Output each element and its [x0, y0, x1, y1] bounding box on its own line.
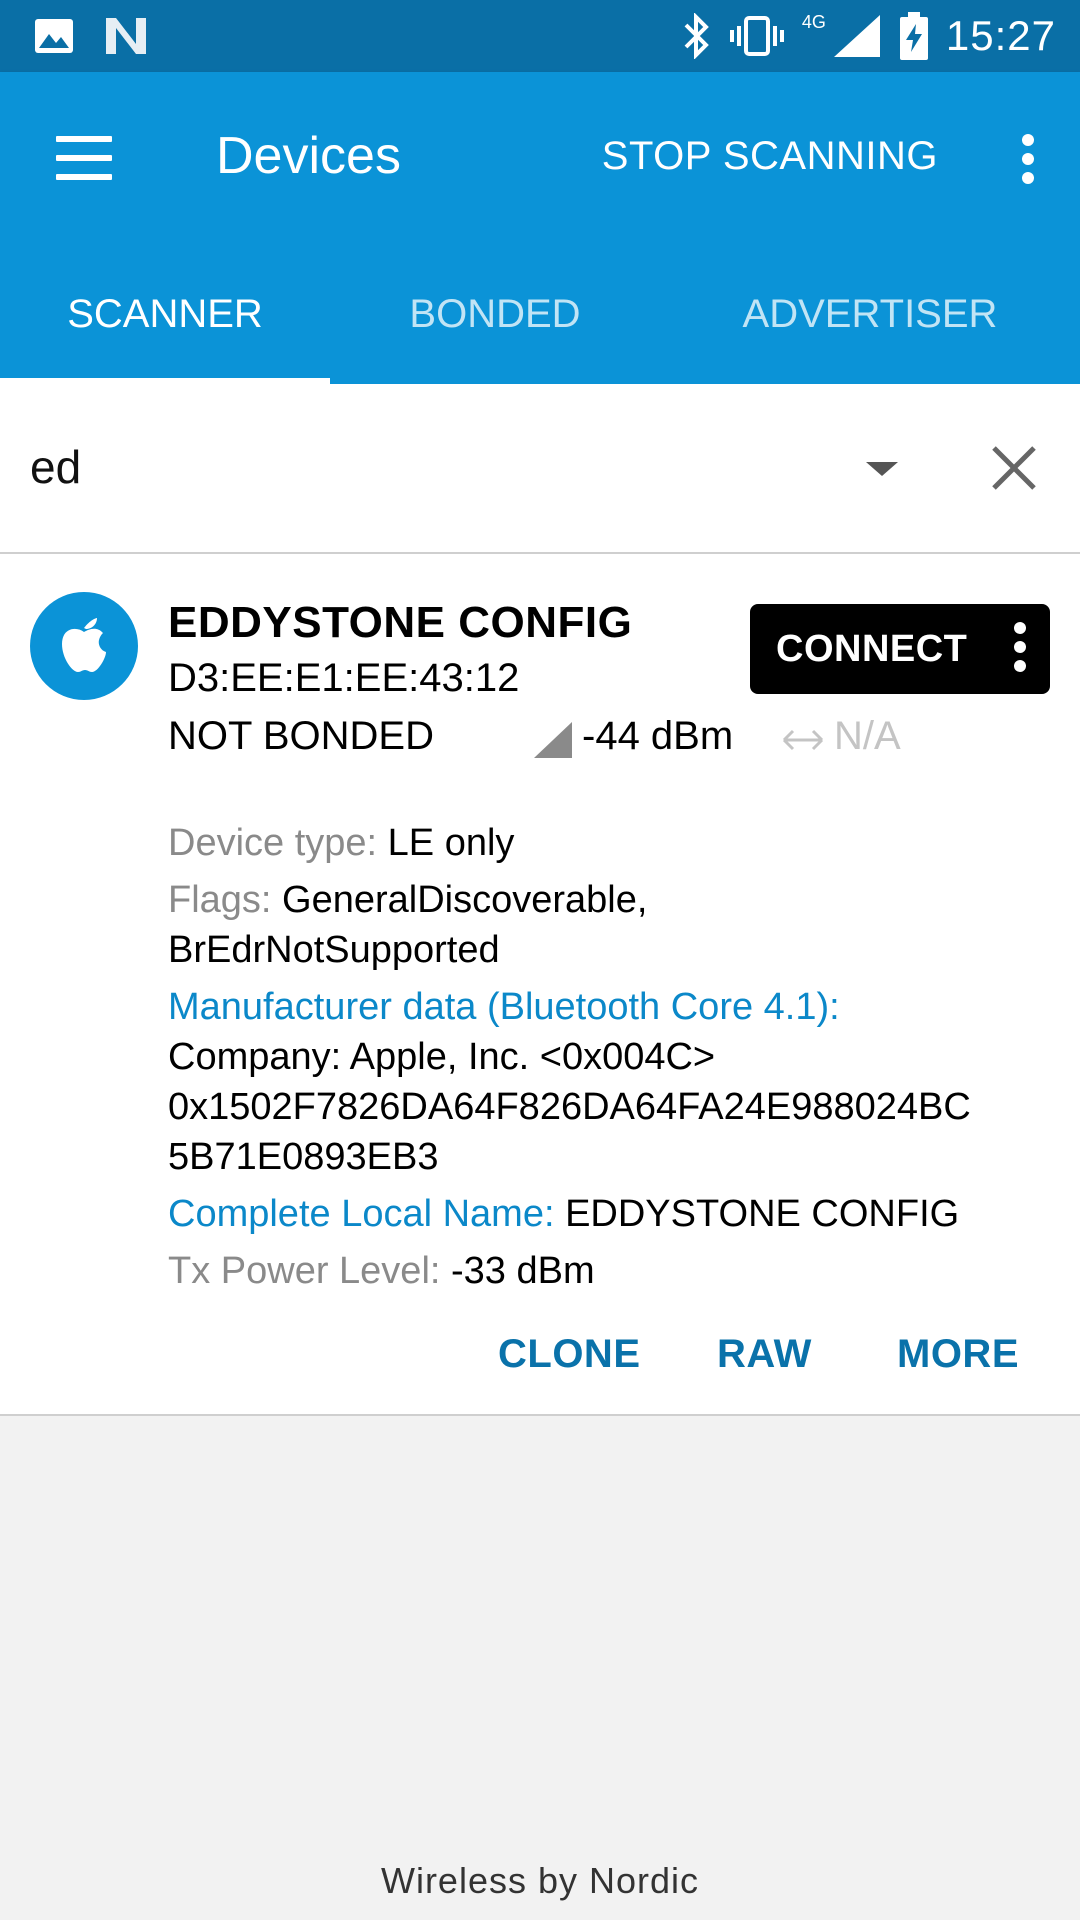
interval-arrows-icon [782, 729, 824, 751]
tx-power-value: -33 dBm [451, 1250, 595, 1292]
flags-row: Flags: GeneralDiscoverable, BrEdrNotSupp… [168, 875, 1068, 975]
flags-value-2: BrEdrNotSupported [168, 929, 500, 971]
clone-button[interactable]: CLONE [498, 1332, 641, 1377]
device-type-row: Device type: LE only [168, 818, 1068, 868]
image-icon [35, 19, 73, 53]
tx-power-row: Tx Power Level: -33 dBm [168, 1246, 1068, 1296]
clock: 15:27 [945, 12, 1056, 59]
flags-label: Flags: [168, 879, 283, 921]
flags-value-1: GeneralDiscoverable, [282, 879, 648, 921]
connect-overflow-icon[interactable] [1014, 622, 1026, 679]
tab-advertiser[interactable]: ADVERTISER [660, 264, 1080, 384]
status-right-icons: 4G 15:27 [682, 8, 1056, 64]
manufacturer-data-1: 0x1502F7826DA64F826DA64FA24E988024BC [168, 1086, 971, 1128]
local-name-label: Complete Local Name: [168, 1193, 566, 1235]
apple-icon [62, 618, 106, 672]
network-type: 4G [801, 11, 826, 32]
more-button[interactable]: MORE [897, 1332, 1019, 1377]
local-name-row: Complete Local Name: EDDYSTONE CONFIG [168, 1189, 1068, 1239]
close-icon[interactable] [990, 444, 1038, 492]
app-bar: Devices STOP SCANNING SCANNER BONDED ADV… [0, 72, 1080, 384]
device-name: EDDYSTONE CONFIG [168, 598, 633, 647]
battery-charging-icon [899, 12, 928, 60]
filter-input[interactable]: ed [30, 440, 81, 494]
advertising-interval: N/A [834, 714, 901, 758]
manufacturer-company: Company: Apple, Inc. <0x004C> [168, 1036, 716, 1078]
tab-scanner[interactable]: SCANNER [0, 264, 330, 384]
manufacturer-data-2: 5B71E0893EB3 [168, 1136, 439, 1178]
advertising-details: Device type: LE only Flags: GeneralDisco… [168, 818, 1068, 1303]
overflow-menu-icon[interactable] [1022, 134, 1036, 184]
apple-device-avatar [30, 592, 138, 700]
status-left-icons [34, 16, 148, 56]
filter-bar: ed [0, 384, 1080, 554]
signal-strength-icon [534, 722, 572, 758]
hamburger-menu-icon[interactable] [56, 136, 112, 180]
bluetooth-icon [684, 13, 709, 59]
raw-button[interactable]: RAW [717, 1332, 812, 1377]
device-type-label: Device type: [168, 822, 388, 864]
stop-scanning-button[interactable]: STOP SCANNING [602, 134, 938, 179]
tab-bar: SCANNER BONDED ADVERTISER [0, 264, 1080, 384]
manufacturer-label: Manufacturer data (Bluetooth Core 4.1): [168, 986, 840, 1028]
n-logo-icon [106, 18, 146, 54]
filter-dropdown-icon[interactable] [866, 462, 898, 476]
connect-button[interactable]: CONNECT [750, 604, 1050, 694]
device-address: D3:EE:E1:EE:43:12 [168, 656, 520, 700]
bond-state: NOT BONDED [168, 714, 434, 758]
device-card[interactable]: EDDYSTONE CONFIG D3:EE:E1:EE:43:12 NOT B… [0, 554, 1080, 1416]
local-name-value: EDDYSTONE CONFIG [565, 1193, 960, 1235]
cell-signal-icon [833, 15, 880, 57]
vibrate-icon [729, 16, 784, 56]
tx-power-label: Tx Power Level: [168, 1250, 451, 1292]
manufacturer-row: Manufacturer data (Bluetooth Core 4.1): … [168, 982, 1068, 1182]
tab-bonded[interactable]: BONDED [330, 264, 660, 384]
page-title: Devices [216, 127, 401, 185]
rssi-value: -44 dBm [582, 714, 734, 758]
connect-label: CONNECT [776, 628, 968, 670]
status-bar: 4G 15:27 [0, 0, 1080, 72]
card-actions: CLONE RAW MORE [0, 1332, 1080, 1392]
footer-branding: Wireless by Nordic [380, 1860, 700, 1901]
device-type-value: LE only [387, 822, 515, 864]
